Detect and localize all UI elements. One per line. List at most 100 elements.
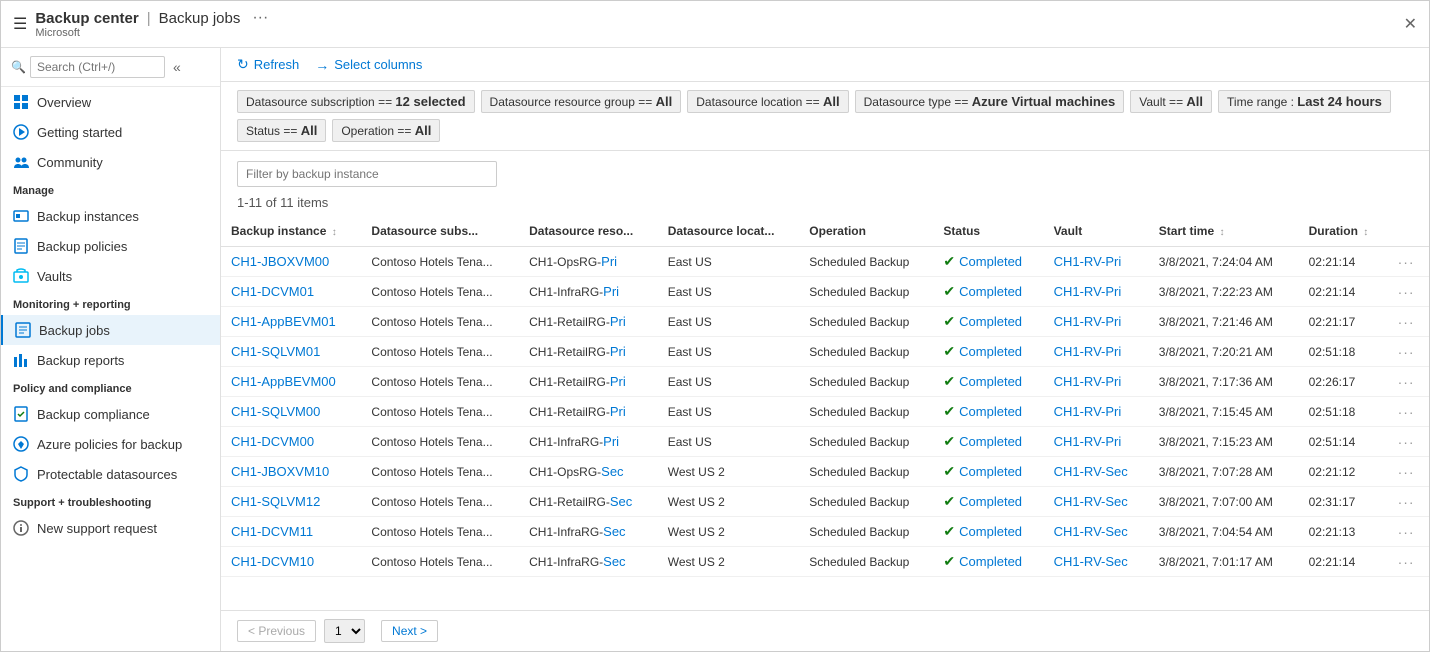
title-separator: | — [147, 10, 151, 27]
vault-link[interactable]: CH1-RV-Sec — [1054, 524, 1128, 539]
row-more-options-button[interactable]: ··· — [1398, 434, 1415, 450]
instance-link[interactable]: CH1-DCVM01 — [231, 284, 314, 299]
cell-vault: CH1-RV-Pri — [1044, 307, 1149, 337]
rg-link[interactable]: Sec — [603, 524, 625, 539]
vault-link[interactable]: CH1-RV-Pri — [1054, 314, 1122, 329]
cell-status: ✔Completed — [933, 367, 1043, 397]
filter-input[interactable] — [237, 161, 497, 187]
sidebar-item-backup-policies[interactable]: Backup policies — [1, 231, 220, 261]
row-more-options-button[interactable]: ··· — [1398, 524, 1415, 540]
row-more-options-button[interactable]: ··· — [1398, 494, 1415, 510]
filter-chip-time-range[interactable]: Time range : Last 24 hours — [1218, 90, 1391, 113]
col-start-time[interactable]: Start time ↕ — [1149, 216, 1299, 247]
menu-icon[interactable]: ☰ — [13, 14, 27, 34]
sidebar-item-community[interactable]: Community — [1, 147, 220, 177]
arrow-icon: → — [315, 57, 329, 73]
table-row: CH1-JBOXVM00Contoso Hotels Tena...CH1-Op… — [221, 247, 1429, 277]
filter-chip-subscription[interactable]: Datasource subscription == 12 selected — [237, 90, 475, 113]
sidebar-item-backup-jobs[interactable]: Backup jobs — [1, 315, 220, 345]
instance-link[interactable]: CH1-DCVM10 — [231, 554, 314, 569]
instance-link[interactable]: CH1-AppBEVM01 — [231, 314, 336, 329]
row-more-options-button[interactable]: ··· — [1398, 374, 1415, 390]
vault-link[interactable]: CH1-RV-Sec — [1054, 554, 1128, 569]
policy-section-header: Policy and compliance — [1, 375, 220, 399]
cell-location: West US 2 — [658, 547, 800, 577]
more-options-icon[interactable]: ··· — [252, 9, 268, 27]
col-duration[interactable]: Duration ↕ — [1299, 216, 1388, 247]
table-row: CH1-SQLVM12Contoso Hotels Tena...CH1-Ret… — [221, 487, 1429, 517]
row-more-options-button[interactable]: ··· — [1398, 314, 1415, 330]
vault-link[interactable]: CH1-RV-Pri — [1054, 254, 1122, 269]
sidebar-item-vaults[interactable]: Vaults — [1, 261, 220, 291]
sidebar-item-overview[interactable]: Overview — [1, 87, 220, 117]
filter-chip-type[interactable]: Datasource type == Azure Virtual machine… — [855, 90, 1125, 113]
rg-link[interactable]: Pri — [601, 254, 617, 269]
cell-instance: CH1-DCVM10 — [221, 547, 361, 577]
next-page-button[interactable]: Next > — [381, 620, 438, 642]
vault-link[interactable]: CH1-RV-Sec — [1054, 464, 1128, 479]
cell-location: East US — [658, 307, 800, 337]
cell-operation: Scheduled Backup — [799, 307, 933, 337]
filter-chip-vault[interactable]: Vault == All — [1130, 90, 1212, 113]
rg-link[interactable]: Pri — [610, 374, 626, 389]
row-more-options-button[interactable]: ··· — [1398, 344, 1415, 360]
sidebar-item-backup-compliance[interactable]: Backup compliance — [1, 399, 220, 429]
vault-link[interactable]: CH1-RV-Pri — [1054, 404, 1122, 419]
cell-instance: CH1-DCVM00 — [221, 427, 361, 457]
sidebar-item-new-support-request[interactable]: New support request — [1, 513, 220, 543]
instance-link[interactable]: CH1-AppBEVM00 — [231, 374, 336, 389]
cell-resource-group: CH1-RetailRG-Sec — [519, 487, 658, 517]
rg-link[interactable]: Sec — [601, 464, 623, 479]
instance-link[interactable]: CH1-DCVM00 — [231, 434, 314, 449]
row-more-options-button[interactable]: ··· — [1398, 284, 1415, 300]
instance-link[interactable]: CH1-SQLVM01 — [231, 344, 320, 359]
close-button[interactable]: ✕ — [1404, 14, 1417, 34]
sidebar-item-backup-instances[interactable]: Backup instances — [1, 201, 220, 231]
col-location: Datasource locat... — [658, 216, 800, 247]
rg-link[interactable]: Pri — [610, 344, 626, 359]
cell-status: ✔Completed — [933, 517, 1043, 547]
search-input[interactable] — [30, 56, 165, 78]
instance-link[interactable]: CH1-SQLVM00 — [231, 404, 320, 419]
filter-chip-location[interactable]: Datasource location == All — [687, 90, 848, 113]
cell-start-time: 3/8/2021, 7:07:00 AM — [1149, 487, 1299, 517]
table-row: CH1-DCVM00Contoso Hotels Tena...CH1-Infr… — [221, 427, 1429, 457]
row-more-options-button[interactable]: ··· — [1398, 464, 1415, 480]
rg-link[interactable]: Sec — [603, 554, 625, 569]
instance-link[interactable]: CH1-SQLVM12 — [231, 494, 320, 509]
rg-link[interactable]: Pri — [603, 284, 619, 299]
rg-link[interactable]: Pri — [610, 314, 626, 329]
status-check-icon: ✔ — [943, 523, 955, 540]
sidebar-item-protectable-datasources[interactable]: Protectable datasources — [1, 459, 220, 489]
collapse-sidebar-button[interactable]: « — [173, 59, 181, 75]
instance-link[interactable]: CH1-JBOXVM00 — [231, 254, 329, 269]
page-select[interactable]: 1 — [324, 619, 365, 643]
vault-link[interactable]: CH1-RV-Pri — [1054, 284, 1122, 299]
sidebar-item-azure-policies[interactable]: Azure policies for backup — [1, 429, 220, 459]
main-panel: ↻ Refresh → Select columns Datasource su… — [221, 48, 1429, 651]
vault-link[interactable]: CH1-RV-Pri — [1054, 344, 1122, 359]
rg-link[interactable]: Pri — [610, 404, 626, 419]
instance-link[interactable]: CH1-JBOXVM10 — [231, 464, 329, 479]
filter-chip-status[interactable]: Status == All — [237, 119, 326, 142]
row-more-options-button[interactable]: ··· — [1398, 554, 1415, 570]
row-more-options-button[interactable]: ··· — [1398, 404, 1415, 420]
rg-link[interactable]: Pri — [603, 434, 619, 449]
refresh-button[interactable]: ↻ Refresh — [237, 56, 299, 73]
vault-link[interactable]: CH1-RV-Pri — [1054, 434, 1122, 449]
prev-page-button[interactable]: < Previous — [237, 620, 316, 642]
select-columns-button[interactable]: → Select columns — [315, 57, 422, 73]
filter-chip-resource-group[interactable]: Datasource resource group == All — [481, 90, 682, 113]
table-row: CH1-AppBEVM01Contoso Hotels Tena...CH1-R… — [221, 307, 1429, 337]
filter-chip-operation[interactable]: Operation == All — [332, 119, 440, 142]
vault-link[interactable]: CH1-RV-Sec — [1054, 494, 1128, 509]
rg-link[interactable]: Sec — [610, 494, 632, 509]
sidebar-item-backup-reports[interactable]: Backup reports — [1, 345, 220, 375]
status-text: Completed — [959, 374, 1022, 389]
sidebar-item-getting-started[interactable]: Getting started — [1, 117, 220, 147]
row-more-options-button[interactable]: ··· — [1398, 254, 1415, 270]
col-backup-instance[interactable]: Backup instance ↕ — [221, 216, 361, 247]
vault-link[interactable]: CH1-RV-Pri — [1054, 374, 1122, 389]
backup-jobs-table: Backup instance ↕ Datasource subs... Dat… — [221, 216, 1429, 577]
instance-link[interactable]: CH1-DCVM11 — [231, 524, 313, 539]
